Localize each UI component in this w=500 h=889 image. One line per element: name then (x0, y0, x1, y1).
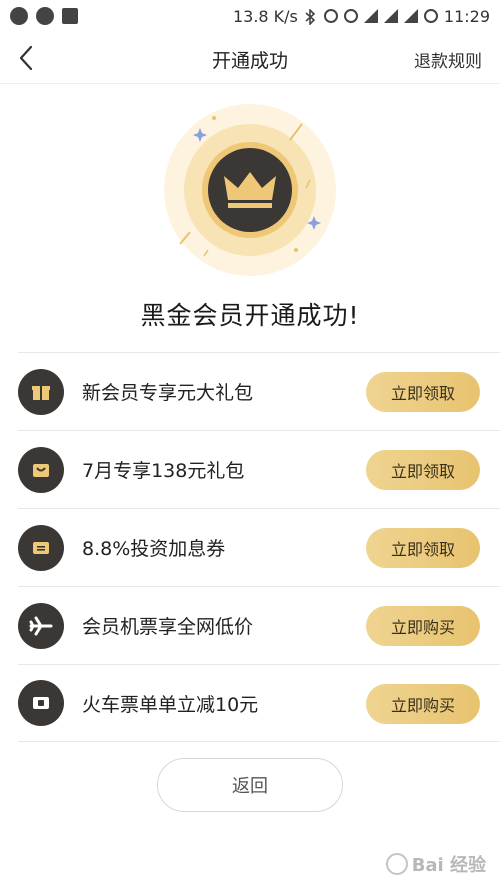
benefits-list: 新会员专享元大礼包 立即领取 7月专享138元礼包 立即领取 8.8%投资加息券… (18, 352, 500, 742)
list-item: 8.8%投资加息券 立即领取 (18, 508, 500, 586)
paw-icon (385, 853, 408, 875)
battery-icon (423, 9, 438, 23)
clock-time: 11:29 (443, 6, 490, 26)
signal-icon-1 (383, 9, 398, 23)
status-left-icons (10, 7, 78, 25)
location-icon (10, 7, 28, 25)
list-item: 新会员专享元大礼包 立即领取 (18, 352, 500, 430)
buy-button[interactable]: 立即购买 (366, 684, 480, 724)
dnd-icon (323, 9, 338, 23)
status-right: 13.8 K/s 11:29 (233, 7, 490, 26)
claim-button[interactable]: 立即领取 (366, 372, 480, 412)
watermark-text: Bai 经验 (411, 855, 486, 876)
status-bar: 13.8 K/s 11:29 (0, 0, 500, 32)
return-button[interactable]: 返回 (157, 758, 343, 812)
navigation-icon (36, 7, 54, 25)
network-speed: 13.8 K/s (232, 6, 298, 26)
nav-bar: 开通成功 退款规则 (0, 32, 500, 84)
bluetooth-icon (304, 8, 318, 26)
train-ticket-icon (18, 680, 64, 726)
image-icon (62, 8, 78, 24)
list-item-label: 7月专享138元礼包 (82, 460, 245, 482)
list-item-label: 火车票单单立减10元 (82, 693, 259, 716)
buy-button[interactable]: 立即购买 (366, 606, 480, 646)
coupon-icon (18, 524, 64, 571)
list-item: 火车票单单立减10元 立即购买 (18, 664, 500, 742)
crown-badge-icon (160, 100, 340, 280)
baidu-watermark: Bai 经验 (385, 851, 486, 877)
claim-button[interactable]: 立即领取 (366, 450, 480, 490)
signal-icon-2 (403, 9, 418, 23)
airplane-icon (18, 602, 64, 649)
alarm-icon (343, 9, 358, 23)
list-item: 7月专享138元礼包 立即领取 (18, 430, 500, 508)
gift-icon (18, 368, 64, 415)
success-headline: 黑金会员开通成功! (140, 301, 360, 330)
claim-button[interactable]: 立即领取 (366, 528, 480, 568)
list-item-label: 8.8%投资加息券 (82, 538, 226, 560)
list-item: 会员机票享全网低价 立即购买 (18, 586, 500, 664)
list-item-label: 新会员专享元大礼包 (82, 382, 254, 404)
refund-rules-link[interactable]: 退款规则 (414, 47, 482, 72)
package-icon (18, 446, 64, 493)
wifi-icon (363, 9, 378, 23)
list-item-label: 会员机票享全网低价 (82, 616, 254, 638)
